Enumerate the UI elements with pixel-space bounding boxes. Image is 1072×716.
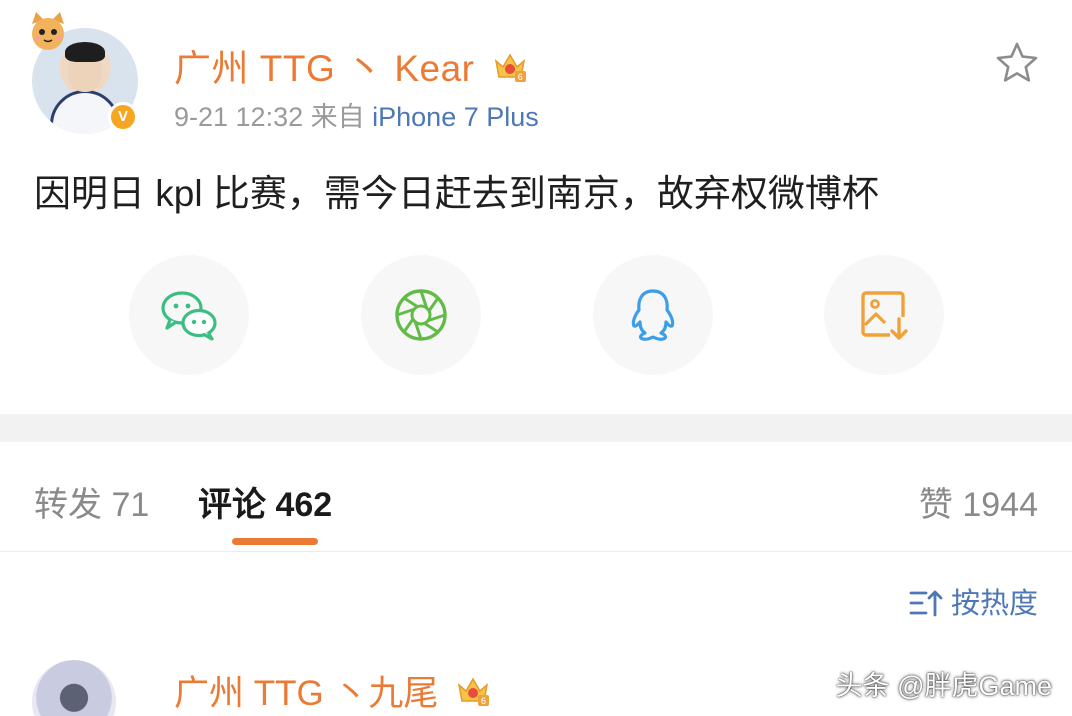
comment-avatar[interactable] [32, 660, 116, 716]
svg-text:6: 6 [518, 72, 524, 82]
tab-likes[interactable]: 赞 1944 [919, 477, 1038, 526]
sort-by-hot-button[interactable]: 按热度 [909, 580, 1038, 622]
share-qq-button[interactable] [593, 255, 713, 375]
sort-label: 按热度 [950, 588, 1038, 620]
qq-icon [631, 289, 675, 341]
save-image-icon [861, 291, 910, 341]
comment-crown-icon: 6 [458, 677, 490, 706]
tab-divider [0, 551, 1072, 552]
svg-text:6: 6 [481, 696, 486, 706]
moments-icon [395, 289, 447, 341]
share-save-image-button[interactable] [824, 255, 944, 375]
watermark: 头条 @胖虎Game [835, 671, 1052, 701]
star-icon[interactable] [994, 40, 1040, 86]
post-device[interactable]: iPhone 7 Plus [372, 102, 539, 132]
share-wechat-button[interactable] [129, 255, 249, 375]
sort-icon [909, 590, 943, 617]
author-username[interactable]: 广州 TTG 丶 Kear 6 [174, 38, 529, 92]
wechat-icon [161, 291, 217, 341]
post-text: 因明日 kpl 比赛，需今日赶去到南京，故弃权微博杯 [34, 173, 879, 214]
author-avatar[interactable]: V [32, 12, 142, 134]
post-time: 9-21 12:32 [174, 102, 304, 132]
author-username-text[interactable]: 广州 TTG 丶 Kear [174, 48, 474, 89]
post-meta: 9-21 12:32 来自 iPhone 7 Plus [174, 95, 539, 134]
comment-username[interactable]: 广州 TTG 丶九尾 6 [174, 665, 492, 716]
cat-sticker-icon [32, 12, 64, 50]
share-moments-button[interactable] [361, 255, 481, 375]
tab-repost[interactable]: 转发 71 [34, 477, 149, 526]
verified-badge: V [108, 102, 138, 132]
active-tab-indicator [232, 538, 318, 545]
crown-icon: 6 [495, 53, 527, 82]
weibo-post-page: V 广州 TTG 丶 Kear 6 9-21 12:32 来自 iPhone 7… [0, 0, 1072, 716]
comment-username-text[interactable]: 广州 TTG 丶九尾 [174, 674, 438, 713]
section-divider [0, 414, 1072, 442]
tab-comments[interactable]: 评论 462 [198, 477, 332, 526]
post-source-prefix: 来自 [310, 102, 365, 132]
